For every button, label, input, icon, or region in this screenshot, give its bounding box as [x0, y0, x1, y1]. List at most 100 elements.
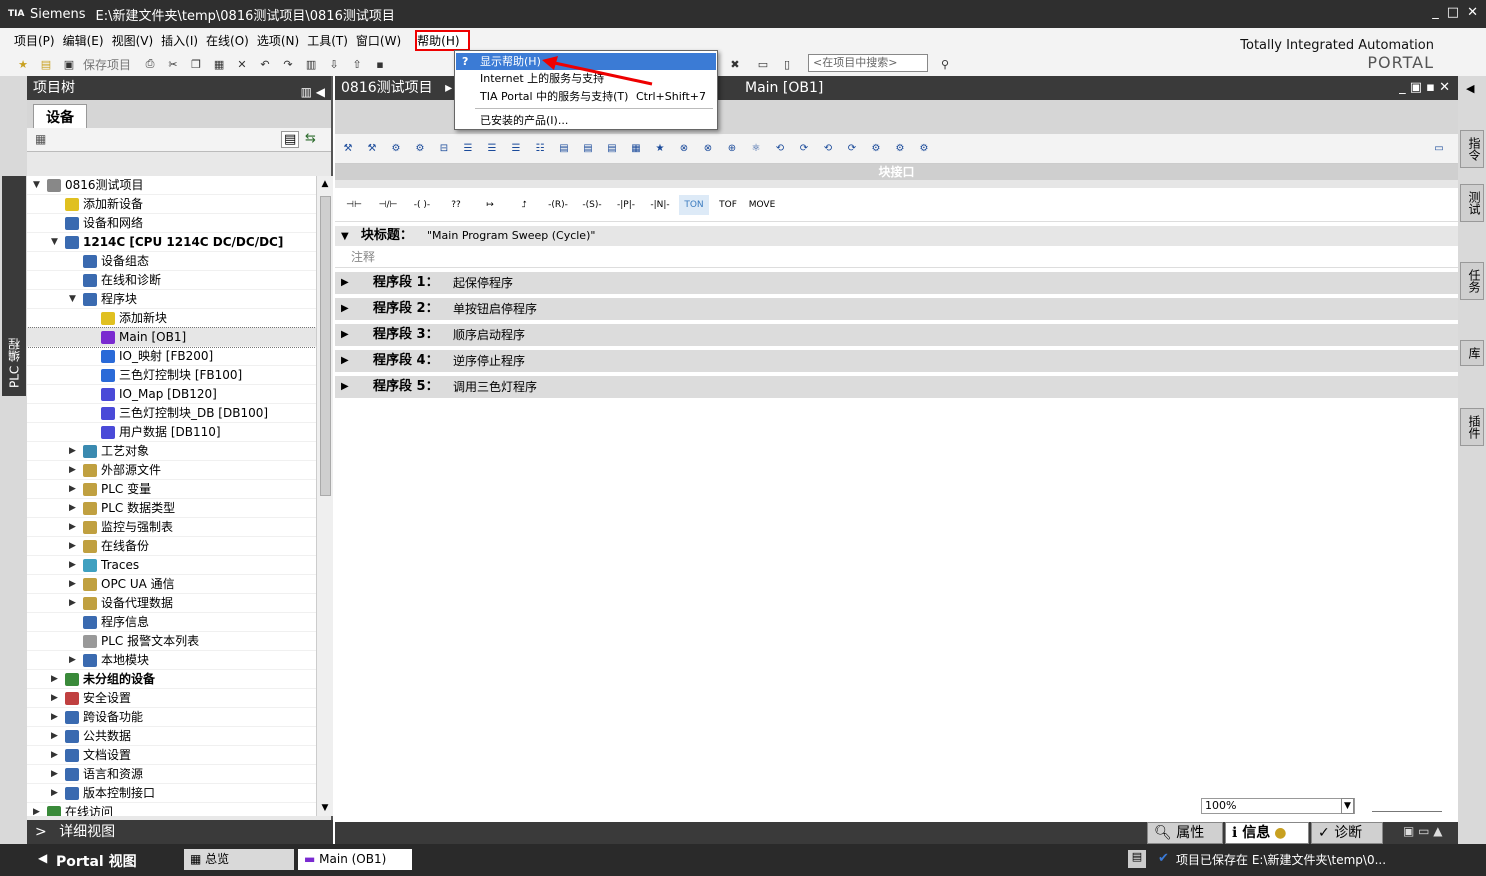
tree-item[interactable]: ▶ 版本控制接口 [27, 784, 316, 803]
collapsed-arrow-icon[interactable]: ▶ [51, 765, 61, 784]
tree-item[interactable]: ▶ PLC 数据类型 [27, 499, 316, 518]
tab-properties[interactable]: 🔍︎ 属性 [1147, 822, 1223, 844]
editor-tool-icon[interactable]: ⟳ [795, 141, 813, 157]
redo-icon[interactable]: ↷ [279, 56, 297, 72]
editor-tool-icon[interactable]: ⚙ [915, 141, 933, 157]
tree-item[interactable]: ▼ 程序块 [27, 290, 316, 309]
collapsed-arrow-icon[interactable]: ▶ [51, 670, 61, 689]
network-row[interactable]: ▶ 程序段 5： 调用三色灯程序 [335, 376, 1458, 398]
menu-7[interactable]: 窗口(W) [356, 32, 409, 49]
zoom-dropdown-icon[interactable]: ▼ [1341, 798, 1354, 814]
close-editor-icon[interactable]: ✖ [726, 56, 744, 72]
tree-item[interactable]: ▶ 文档设置 [27, 746, 316, 765]
inspector-controls-icon[interactable]: ▣ ▭ ▲ [1403, 824, 1443, 838]
portal-arrow-icon[interactable]: ◀ [38, 851, 47, 865]
minimize-icon[interactable]: _ [1432, 5, 1439, 20]
collapsed-arrow-icon[interactable]: ▶ [51, 727, 61, 746]
network-row[interactable]: ▶ 程序段 1： 起保停程序 [335, 272, 1458, 294]
expanded-arrow-icon[interactable]: ▼ [51, 233, 61, 252]
tree-item[interactable]: ▶ 监控与强制表 [27, 518, 316, 537]
ladder-element[interactable]: TON [679, 194, 709, 215]
tree-overview-icon[interactable]: ▦ [35, 132, 46, 146]
tree-item[interactable]: ▶ 在线访问 [27, 803, 316, 816]
expanded-arrow-icon[interactable]: ▼ [69, 290, 79, 309]
editor-tool-icon[interactable]: ☰ [459, 141, 477, 157]
tree-item[interactable]: IO_Map [DB120] [27, 385, 316, 404]
save-project-button[interactable]: 保存项目 [83, 56, 131, 73]
scroll-thumb[interactable] [320, 196, 331, 496]
download-icon[interactable]: ⇩ [325, 56, 343, 72]
ladder-element[interactable]: -(R)- [543, 195, 573, 215]
tree-item[interactable]: ▶ 本地模块 [27, 651, 316, 670]
compile-icon[interactable]: ▥ [302, 56, 320, 72]
tree-detail-icon[interactable]: ⇆ [305, 131, 316, 146]
right-tab[interactable]: 库 [1460, 340, 1484, 366]
copy-icon[interactable]: ❐ [187, 56, 205, 72]
tree-item[interactable]: ▶ 未分组的设备 [27, 670, 316, 689]
menu-3[interactable]: 插入(I) [161, 32, 206, 49]
collapsed-arrow-icon[interactable]: ▶ [69, 518, 79, 537]
network-row[interactable]: ▶ 程序段 3： 顺序启动程序 [335, 324, 1458, 346]
editor-tool-icon[interactable]: ⚒ [339, 141, 357, 157]
tab-diagnostics[interactable]: ✓ 诊断 [1311, 822, 1383, 844]
menu-0[interactable]: 项目(P) [14, 32, 63, 49]
tab-main-ob1[interactable]: ▬ Main (OB1) [298, 849, 412, 870]
block-title-row[interactable]: ▼ 块标题： "Main Program Sweep (Cycle)" [335, 226, 1458, 246]
collapse-right-icon[interactable]: ◀ [1466, 82, 1474, 95]
print-icon[interactable]: ⎙ [141, 56, 159, 72]
editor-tool-icon[interactable]: ⊕ [723, 141, 741, 157]
editor-tool-icon[interactable]: ⟲ [819, 141, 837, 157]
tree-item[interactable]: ▶ 在线备份 [27, 537, 316, 556]
ladder-element[interactable]: ?? [441, 195, 471, 215]
collapsed-arrow-icon[interactable]: ▶ [69, 480, 79, 499]
menu-6[interactable]: 工具(T) [307, 32, 356, 49]
expanded-arrow-icon[interactable]: ▼ [33, 176, 43, 195]
tree-item[interactable]: 程序信息 [27, 613, 316, 632]
collapsed-arrow-icon[interactable]: ▶ [69, 461, 79, 480]
ladder-element[interactable]: -(S)- [577, 195, 607, 215]
ladder-element[interactable]: ↦ [475, 195, 505, 215]
new-project-icon[interactable]: ★ [14, 56, 32, 72]
editor-tool-icon[interactable]: ⚙ [891, 141, 909, 157]
collapsed-arrow-icon[interactable]: ▶ [33, 803, 43, 816]
ladder-element[interactable]: TOF [713, 195, 743, 215]
collapse-tree-icon[interactable]: ▥ ◀ [301, 80, 325, 104]
split-horizontal-icon[interactable]: ▭ [754, 56, 772, 72]
editor-tool-icon[interactable]: ⚙ [387, 141, 405, 157]
tree-item[interactable]: ▶ PLC 变量 [27, 480, 316, 499]
tree-item[interactable]: 设备和网络 [27, 214, 316, 233]
zoom-slider[interactable] [1372, 800, 1442, 812]
network-row[interactable]: ▶ 程序段 4： 逆序停止程序 [335, 350, 1458, 372]
split-vertical-icon[interactable]: ▯ [778, 56, 796, 72]
tree-item[interactable]: 三色灯控制块_DB [DB100] [27, 404, 316, 423]
menu-8[interactable]: 帮助(H) [415, 29, 470, 51]
tree-item[interactable]: ▼ 1214C [CPU 1214C DC/DC/DC] [27, 233, 316, 252]
upload-icon[interactable]: ⇧ [348, 56, 366, 72]
editor-tool-icon[interactable]: ⊟ [435, 141, 453, 157]
collapsed-arrow-icon[interactable]: ▶ [69, 442, 79, 461]
collapsed-arrow-icon[interactable]: ▶ [341, 324, 349, 346]
collapsed-arrow-icon[interactable]: ▶ [341, 298, 349, 320]
cut-icon[interactable]: ✂ [164, 56, 182, 72]
tree-item[interactable]: 用户数据 [DB110] [27, 423, 316, 442]
save-icon[interactable]: ▣ [60, 56, 78, 72]
plc-programming-tab[interactable]: PLC 编程 [2, 176, 26, 396]
editor-tool-icon[interactable]: ★ [651, 141, 669, 157]
tree-item[interactable]: 添加新设备 [27, 195, 316, 214]
simulation-icon[interactable]: ▪ [371, 56, 389, 72]
maximize-icon[interactable]: □ [1447, 5, 1459, 20]
editor-tool-icon[interactable]: ⟳ [843, 141, 861, 157]
collapsed-arrow-icon[interactable]: ▶ [341, 350, 349, 372]
delete-icon[interactable]: ✕ [233, 56, 251, 72]
collapsed-arrow-icon[interactable]: ▶ [69, 537, 79, 556]
ladder-element[interactable]: -|N|- [645, 195, 675, 215]
scroll-up-icon[interactable]: ▲ [317, 176, 333, 192]
tree-table-icon[interactable]: ▤ [281, 131, 300, 148]
menu-1[interactable]: 编辑(E) [63, 32, 112, 49]
interface-splitter[interactable] [335, 180, 1458, 188]
ladder-element[interactable]: ⮥ [509, 195, 539, 215]
editor-tool-icon[interactable]: ⊗ [699, 141, 717, 157]
editor-tool-icon[interactable]: ⊗ [675, 141, 693, 157]
collapsed-arrow-icon[interactable]: ▶ [69, 556, 79, 575]
tree-item[interactable]: 设备组态 [27, 252, 316, 271]
